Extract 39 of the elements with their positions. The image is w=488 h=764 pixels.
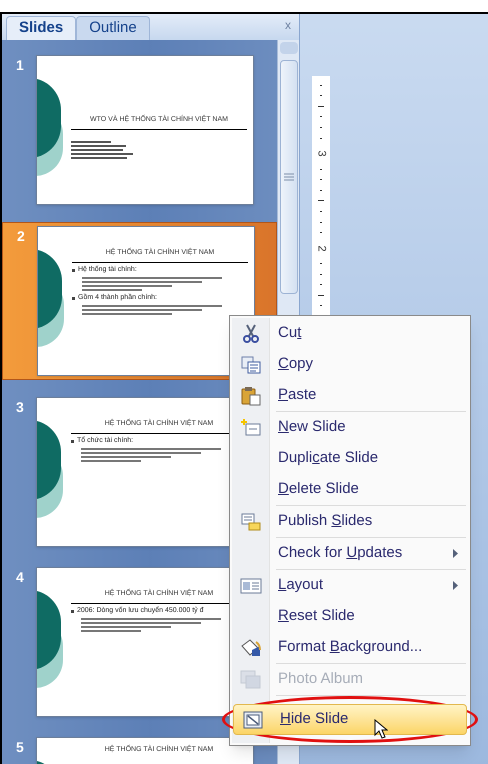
pane-tab[interactable]: Outline: [76, 16, 150, 40]
bullet-icon: [71, 440, 74, 442]
ruler-number: 2: [316, 245, 326, 252]
menu-item-label: New Slide: [277, 417, 346, 438]
menu-item-label: Copy: [277, 354, 314, 374]
publish-icon: [241, 512, 261, 532]
menu-item-label: Format Background...: [277, 637, 422, 658]
text-lines-drawing: [71, 141, 133, 159]
grip-icon: [284, 173, 294, 181]
paint-bucket-icon: [240, 638, 262, 658]
bullet-icon: [72, 296, 75, 300]
ruler-number: 3: [316, 150, 326, 157]
layout-icon: [240, 578, 262, 594]
copy-icon: [241, 356, 261, 374]
slide-number: 5: [16, 738, 25, 757]
slide-number: 3: [16, 398, 25, 417]
menu-item-label: Duplicate Slide: [277, 448, 378, 468]
paste-icon: [241, 386, 261, 406]
menu-item-label: Layout: [277, 575, 324, 596]
slide-number: 2: [17, 227, 26, 246]
new-slide-icon: [241, 418, 261, 436]
menu-item-label: Paste: [277, 385, 316, 406]
menu-item-label: Publish Slides: [277, 511, 372, 532]
menu-item-label: Delete Slide: [277, 479, 359, 500]
menu-item-label: Cut: [277, 323, 302, 344]
scroll-up-button[interactable]: [280, 42, 298, 54]
photo-album-icon: [240, 670, 262, 690]
menu-item-label: Hide Slide: [279, 709, 348, 730]
slide-number: 4: [16, 568, 25, 587]
scissors-icon: [242, 324, 260, 344]
menu-item-label: Check for Updates: [277, 543, 402, 564]
menu-item-label: Photo Album: [277, 669, 364, 690]
bullet-icon: [71, 610, 74, 612]
bullet-icon: [72, 268, 75, 272]
cursor-icon: [374, 719, 388, 739]
hide-slide-icon: [243, 710, 263, 728]
slide-number: 1: [16, 56, 25, 75]
pane-tab[interactable]: Slides: [6, 16, 76, 40]
menu-item-label: Reset Slide: [277, 606, 355, 626]
